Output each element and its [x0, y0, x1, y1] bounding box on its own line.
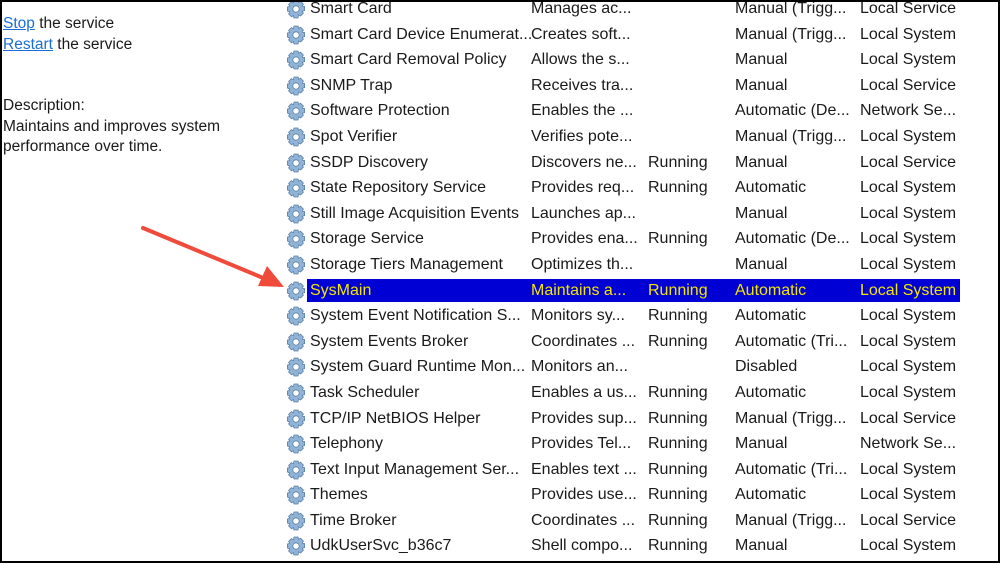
red-arrow-annotation — [141, 226, 284, 287]
